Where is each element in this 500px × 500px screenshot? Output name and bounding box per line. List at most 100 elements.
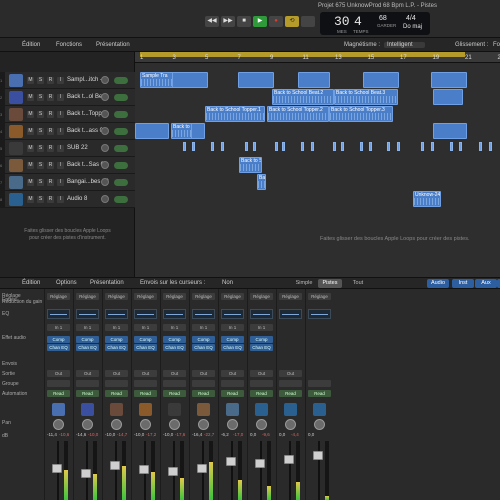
audio-region[interactable] (433, 123, 467, 139)
audio-effect-slot[interactable]: Chan EQ (163, 344, 186, 351)
audio-region[interactable] (172, 72, 208, 88)
group-slot[interactable] (279, 380, 302, 387)
volume-fader[interactable] (313, 451, 323, 460)
eq-thumbnail[interactable] (250, 309, 273, 319)
automation-mode[interactable]: Read (47, 390, 70, 397)
mixer-view-menu[interactable]: Présentation (90, 280, 124, 286)
input-monitor-button[interactable]: I (57, 111, 64, 118)
volume-fader[interactable] (226, 457, 236, 466)
drum-hit[interactable] (333, 142, 336, 151)
pan-knob[interactable] (169, 419, 180, 430)
output-slot[interactable]: Out (47, 370, 70, 377)
lcd-display[interactable]: 30 4 MES TEMPS 68 GARDER 4/4 Do maj (320, 12, 430, 35)
mute-button[interactable]: M (27, 111, 34, 118)
record-enable-button[interactable]: R (47, 162, 54, 169)
automation-mode[interactable]: Read (163, 390, 186, 397)
snap-select[interactable]: Intelligent (384, 42, 425, 48)
track-on-toggle[interactable] (114, 196, 128, 203)
drum-hit[interactable] (431, 142, 434, 151)
mixer-options-menu[interactable]: Options (56, 280, 77, 286)
input-slot[interactable]: In 1 (163, 324, 186, 331)
mixer-tab[interactable]: Tout (346, 279, 370, 288)
solo-button[interactable]: S (37, 196, 44, 203)
stop-button[interactable]: ■ (237, 16, 251, 27)
setting-button[interactable]: Réglage (163, 293, 186, 300)
ruler[interactable]: 1357911131517192123 (135, 52, 500, 63)
group-slot[interactable] (221, 380, 244, 387)
sends-select[interactable]: Non (222, 280, 233, 286)
input-slot[interactable]: In 1 (105, 324, 128, 331)
input-monitor-button[interactable]: I (57, 128, 64, 135)
audio-effect-slot[interactable]: Comp (250, 336, 273, 343)
setting-button[interactable]: Réglage (250, 293, 273, 300)
track-on-toggle[interactable] (114, 179, 128, 186)
track-header[interactable]: 1 M S R I Sampl...itch - 4 (0, 72, 135, 89)
eq-thumbnail[interactable] (105, 309, 128, 319)
input-slot[interactable]: In 1 (192, 324, 215, 331)
mixer-filter[interactable]: Inst (452, 279, 474, 288)
audio-region[interactable] (298, 72, 330, 88)
drum-hit[interactable] (360, 142, 363, 151)
volume-fader[interactable] (284, 455, 294, 464)
audio-region[interactable] (431, 72, 467, 88)
audio-region[interactable]: Bar (257, 174, 266, 190)
input-slot[interactable]: In 1 (134, 324, 157, 331)
pan-knob[interactable] (285, 419, 296, 430)
volume-knob[interactable] (101, 76, 109, 84)
audio-effect-slot[interactable]: Comp (134, 336, 157, 343)
drum-hit[interactable] (253, 142, 256, 151)
pan-knob[interactable] (314, 419, 325, 430)
solo-button[interactable]: S (37, 162, 44, 169)
drag-select[interactable]: Fo (493, 42, 500, 48)
input-monitor-button[interactable]: I (57, 94, 64, 101)
mute-button[interactable]: M (27, 77, 34, 84)
group-slot[interactable] (105, 380, 128, 387)
automation-mode[interactable]: Read (134, 390, 157, 397)
audio-region[interactable]: Sample Tra (140, 72, 174, 88)
forward-button[interactable]: ▶▶ (221, 16, 235, 27)
solo-button[interactable]: S (37, 111, 44, 118)
automation-mode[interactable]: Read (221, 390, 244, 397)
drum-hit[interactable] (397, 142, 400, 151)
drum-hit[interactable] (341, 142, 344, 151)
output-slot[interactable]: Out (163, 370, 186, 377)
output-slot[interactable]: Out (134, 370, 157, 377)
audio-region[interactable] (433, 89, 463, 105)
drum-hit[interactable] (183, 142, 186, 151)
volume-knob[interactable] (101, 178, 109, 186)
input-monitor-button[interactable]: I (57, 179, 64, 186)
audio-region[interactable]: Back to School Topper.3 (329, 106, 393, 122)
drum-hit[interactable] (479, 142, 482, 151)
audio-region[interactable]: Back to School Topper.2 (267, 106, 329, 122)
drum-hit[interactable] (369, 142, 372, 151)
input-monitor-button[interactable]: I (57, 196, 64, 203)
group-slot[interactable] (308, 380, 331, 387)
mute-button[interactable]: M (27, 94, 34, 101)
track-on-toggle[interactable] (114, 111, 128, 118)
drum-hit[interactable] (282, 142, 285, 151)
pan-knob[interactable] (82, 419, 93, 430)
mute-button[interactable]: M (27, 162, 34, 169)
volume-knob[interactable] (101, 127, 109, 135)
setting-button[interactable]: Réglage (105, 293, 128, 300)
track-on-toggle[interactable] (114, 94, 128, 101)
eq-thumbnail[interactable] (308, 309, 331, 319)
output-slot[interactable]: Out (279, 370, 302, 377)
solo-button[interactable]: S (37, 128, 44, 135)
track-on-toggle[interactable] (114, 162, 128, 169)
volume-fader[interactable] (110, 461, 120, 470)
output-slot[interactable]: Out (76, 370, 99, 377)
automation-mode[interactable]: Read (279, 390, 302, 397)
volume-knob[interactable] (101, 93, 109, 101)
track-header[interactable]: 2 M S R I Back t...ol Beat (0, 89, 135, 106)
audio-effect-slot[interactable]: Chan EQ (221, 344, 244, 351)
pan-knob[interactable] (111, 419, 122, 430)
pan-knob[interactable] (227, 419, 238, 430)
setting-button[interactable]: Réglage (279, 293, 302, 300)
track-header[interactable]: 6 M S R I Back t...Sas 02 (0, 157, 135, 174)
cycle-button[interactable]: ⟲ (285, 16, 299, 27)
eq-thumbnail[interactable] (163, 309, 186, 319)
drum-hit[interactable] (275, 142, 278, 151)
group-slot[interactable] (47, 380, 70, 387)
audio-effect-slot[interactable]: Comp (221, 336, 244, 343)
